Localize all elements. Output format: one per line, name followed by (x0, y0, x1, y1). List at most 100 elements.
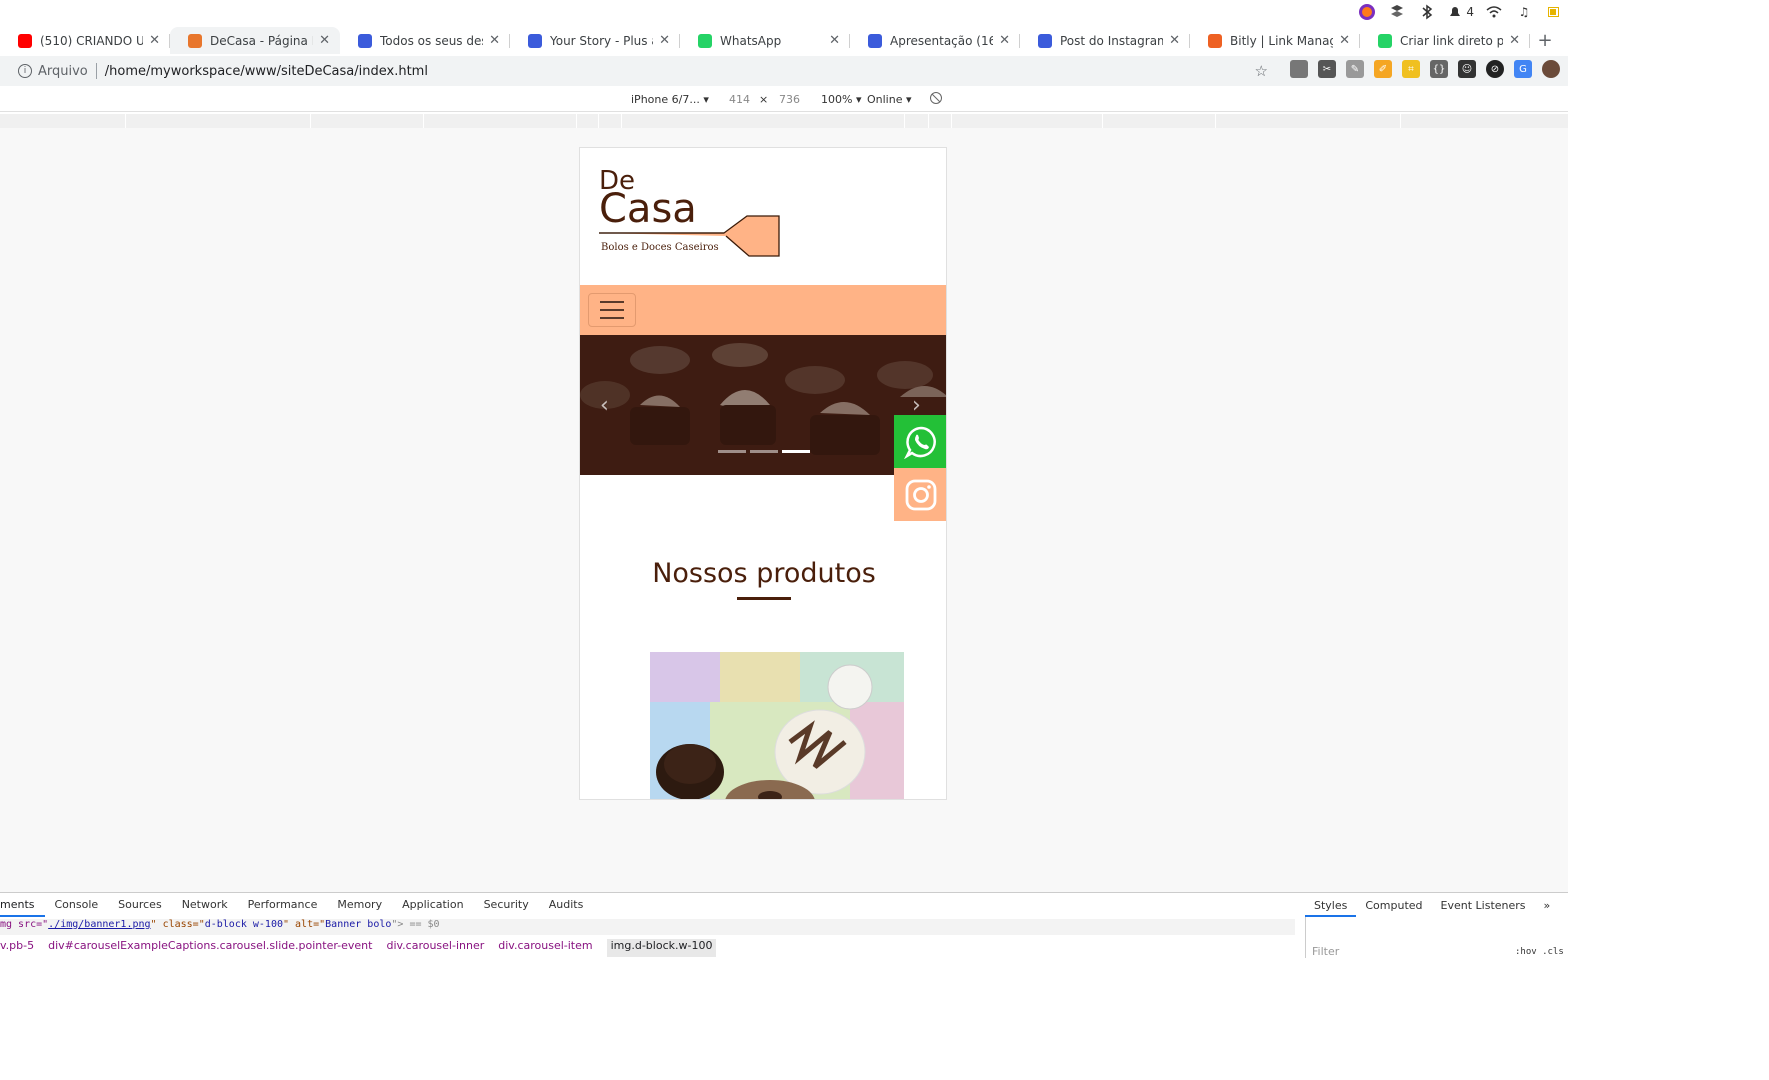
tab-title: Apresentação (16:9) - (890, 33, 994, 48)
extension-block-icon[interactable]: ⊘ (1486, 60, 1504, 78)
carousel-prev-icon[interactable]: ‹ (600, 393, 609, 418)
banner-carousel[interactable]: ‹ › (580, 335, 946, 475)
devtools-tab[interactable]: Audits (539, 893, 594, 917)
carousel-indicator[interactable] (718, 450, 746, 453)
code-alt-attr: " alt=" (283, 919, 326, 930)
devtools-tab[interactable]: Security (474, 893, 539, 917)
breadcrumb-item[interactable]: div.carousel-inner (386, 939, 484, 957)
url-separator (95, 63, 97, 79)
new-tab-button[interactable]: + (1530, 27, 1560, 54)
instagram-float-button[interactable] (894, 468, 946, 521)
devtools-tab[interactable]: Network (172, 893, 238, 917)
devtools-side-tab[interactable]: Styles (1305, 893, 1357, 917)
close-tab-icon[interactable]: ✕ (1509, 33, 1520, 48)
firefox-icon[interactable] (1357, 2, 1377, 22)
devtools-side-tab[interactable]: Computed (1356, 893, 1431, 917)
devtools-tab[interactable]: Performance (238, 893, 328, 917)
more-tabs-icon[interactable]: » (1535, 893, 1560, 917)
code-tag-prefix: mg src=" (0, 919, 49, 930)
zoom-select[interactable]: 100% ▾ (821, 93, 861, 106)
extension-json-icon[interactable]: {} (1430, 60, 1448, 78)
whatsapp-float-button[interactable] (894, 415, 946, 468)
browser-tab[interactable]: WhatsApp ✕ (680, 27, 850, 54)
bluetooth-icon[interactable] (1417, 2, 1437, 22)
close-tab-icon[interactable]: ✕ (1339, 33, 1350, 48)
devtools-side-tabs: Styles Computed Event Listeners» (1305, 893, 1559, 917)
tab-title: Bitly | Link Manageme (1230, 33, 1333, 48)
site-logo[interactable]: De Casa Bolos e Doces Caseiros (599, 166, 789, 261)
viewport-width[interactable]: 414 (729, 93, 750, 106)
breadcrumb-item[interactable]: img.d-block.w-100 (606, 939, 717, 957)
omnibox[interactable]: i Arquivo /home/myworkspace/www/siteDeCa… (8, 58, 1278, 84)
extension-crop-icon[interactable]: ⌗ (1402, 60, 1420, 78)
close-tab-icon[interactable]: ✕ (319, 33, 330, 48)
translate-icon[interactable]: G (1514, 60, 1532, 78)
devtools-selected-node[interactable]: mg src="./img/banner1.png" class="d-bloc… (0, 919, 1295, 935)
close-tab-icon[interactable]: ✕ (659, 33, 670, 48)
close-tab-icon[interactable]: ✕ (149, 33, 160, 48)
menu-icon-bar (600, 309, 624, 311)
close-tab-icon[interactable]: ✕ (829, 33, 840, 48)
tab-title: (510) CRIANDO UM FO (40, 33, 144, 48)
browser-tab[interactable]: Post do Instagram - I ✕ (1020, 27, 1190, 54)
system-tray: 4 ♫ (1357, 2, 1568, 22)
devtools-side-tab[interactable]: Event Listeners (1432, 893, 1535, 917)
whatsapp-icon (904, 426, 936, 459)
devtools-tab[interactable]: Application (392, 893, 473, 917)
media-query-ruler (0, 114, 1568, 128)
product-image[interactable] (650, 652, 904, 799)
site-header: De Casa Bolos e Doces Caseiros (580, 148, 946, 285)
info-icon[interactable]: i (18, 64, 32, 78)
styles-filter-input[interactable]: Filter (1312, 945, 1339, 958)
viewport-height[interactable]: 736 (779, 93, 800, 106)
extension-pencil-icon[interactable]: ✐ (1374, 60, 1392, 78)
carousel-indicator[interactable] (782, 450, 810, 453)
menu-toggle-button[interactable] (588, 293, 636, 327)
browser-tab[interactable]: (510) CRIANDO UM FO ✕ (0, 27, 170, 54)
logo-text-casa: Casa (599, 186, 697, 232)
close-tab-icon[interactable]: ✕ (1169, 33, 1180, 48)
notifications-icon[interactable]: 4 (1447, 2, 1474, 22)
breadcrumb-item[interactable]: div.carousel-item (498, 939, 592, 957)
emulated-device-frame: De Casa Bolos e Doces Caseiros ‹ › Nosso… (579, 147, 947, 800)
breadcrumb-item[interactable]: div#carouselExampleCaptions.carousel.sli… (48, 939, 372, 957)
section-title-underline (737, 597, 791, 600)
extension-tools-icon[interactable]: ✂ (1318, 60, 1336, 78)
browser-tab[interactable]: Apresentação (16:9) - ✕ (850, 27, 1020, 54)
menu-icon-bar (600, 301, 624, 303)
browser-tab[interactable]: Bitly | Link Manageme ✕ (1190, 27, 1360, 54)
devtools-tab[interactable]: Memory (327, 893, 392, 917)
close-tab-icon[interactable]: ✕ (999, 33, 1010, 48)
code-class-attr: " class=" (150, 919, 205, 930)
devtools-tab[interactable]: ments (0, 893, 45, 917)
bookmark-star-icon[interactable]: ☆ (1255, 62, 1268, 80)
carousel-indicator[interactable] (750, 450, 778, 453)
devtools-tab[interactable]: Sources (108, 893, 172, 917)
devtools-tab[interactable]: Console (45, 893, 109, 917)
dropbox-icon[interactable] (1387, 2, 1407, 22)
profile-avatar[interactable] (1542, 60, 1560, 78)
devtools-panel: ments Console Sources Network Performance Mem… (0, 892, 1568, 958)
extension-eyedropper-icon[interactable]: ✎ (1346, 60, 1364, 78)
browser-tab[interactable]: Your Story - Plus a few ✕ (510, 27, 680, 54)
extension-ghost-icon[interactable]: ☺ (1458, 60, 1476, 78)
breadcrumb-item[interactable]: v.pb-5 (0, 939, 34, 957)
menu-icon-bar (600, 317, 624, 319)
browser-tab[interactable]: Criar link direto para ✕ (1360, 27, 1530, 54)
battery-icon[interactable] (1544, 2, 1564, 22)
wifi-icon[interactable] (1484, 2, 1504, 22)
code-src-link[interactable]: ./img/banner1.png (48, 919, 150, 930)
hov-cls-toggles[interactable]: :hov .cls (1515, 947, 1564, 957)
browser-tab[interactable]: Todos os seus design ✕ (340, 27, 510, 54)
youtube-icon (18, 33, 32, 48)
network-throttle-select[interactable]: Online ▾ (867, 93, 912, 106)
tab-title: WhatsApp (720, 33, 782, 48)
zoom-value: 100% (821, 93, 853, 106)
music-icon[interactable]: ♫ (1514, 2, 1534, 22)
device-select[interactable]: iPhone 6/7... ▾ (631, 93, 709, 106)
extension-qr-icon[interactable] (1290, 60, 1308, 78)
browser-tab[interactable]: DeCasa - Página Inicia ✕ (170, 27, 340, 54)
url-text[interactable]: /home/myworkspace/www/siteDeCasa/index.h… (105, 64, 428, 79)
rotate-icon[interactable] (929, 91, 943, 108)
close-tab-icon[interactable]: ✕ (489, 33, 500, 48)
